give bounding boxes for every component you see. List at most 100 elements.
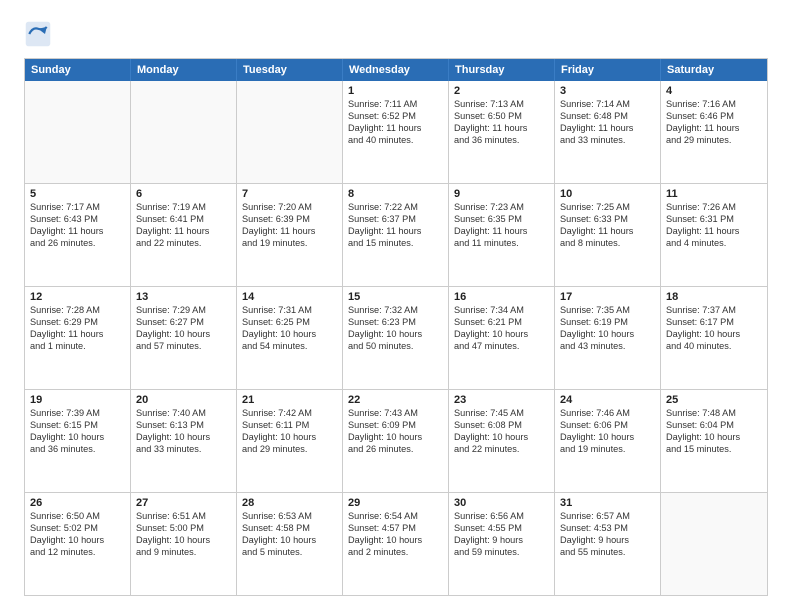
calendar-cell-3: 3Sunrise: 7:14 AMSunset: 6:48 PMDaylight… <box>555 81 661 183</box>
day-number: 14 <box>242 291 337 303</box>
cell-line: and 59 minutes. <box>454 547 549 559</box>
cell-line: Daylight: 10 hours <box>348 535 443 547</box>
day-number: 8 <box>348 188 443 200</box>
cell-line: Daylight: 10 hours <box>454 329 549 341</box>
day-number: 19 <box>30 394 125 406</box>
cell-line: Sunrise: 7:23 AM <box>454 202 549 214</box>
cell-line: Sunset: 6:35 PM <box>454 214 549 226</box>
cell-line: Sunrise: 7:17 AM <box>30 202 125 214</box>
calendar-cell-10: 10Sunrise: 7:25 AMSunset: 6:33 PMDayligh… <box>555 184 661 286</box>
cell-line: Sunset: 4:53 PM <box>560 523 655 535</box>
cell-line: Sunset: 6:48 PM <box>560 111 655 123</box>
calendar-cell-25: 25Sunrise: 7:48 AMSunset: 6:04 PMDayligh… <box>661 390 767 492</box>
calendar-cell-5: 5Sunrise: 7:17 AMSunset: 6:43 PMDaylight… <box>25 184 131 286</box>
cell-line: Daylight: 11 hours <box>136 226 231 238</box>
cell-line: Sunset: 5:00 PM <box>136 523 231 535</box>
cell-line: Sunset: 6:41 PM <box>136 214 231 226</box>
cell-line: and 15 minutes. <box>348 238 443 250</box>
cell-line: Sunset: 6:33 PM <box>560 214 655 226</box>
cell-line: and 15 minutes. <box>666 444 762 456</box>
calendar-cell-7: 7Sunrise: 7:20 AMSunset: 6:39 PMDaylight… <box>237 184 343 286</box>
cell-line: Sunrise: 6:54 AM <box>348 511 443 523</box>
cell-line: Sunrise: 7:31 AM <box>242 305 337 317</box>
day-number: 21 <box>242 394 337 406</box>
calendar-cell-12: 12Sunrise: 7:28 AMSunset: 6:29 PMDayligh… <box>25 287 131 389</box>
header <box>24 20 768 48</box>
calendar-cell-24: 24Sunrise: 7:46 AMSunset: 6:06 PMDayligh… <box>555 390 661 492</box>
day-number: 7 <box>242 188 337 200</box>
calendar-row-3: 19Sunrise: 7:39 AMSunset: 6:15 PMDayligh… <box>25 389 767 492</box>
day-number: 23 <box>454 394 549 406</box>
cell-line: Sunrise: 7:34 AM <box>454 305 549 317</box>
calendar-cell-31: 31Sunrise: 6:57 AMSunset: 4:53 PMDayligh… <box>555 493 661 595</box>
cell-line: Daylight: 10 hours <box>666 432 762 444</box>
cell-line: Sunrise: 7:45 AM <box>454 408 549 420</box>
calendar-row-2: 12Sunrise: 7:28 AMSunset: 6:29 PMDayligh… <box>25 286 767 389</box>
day-number: 4 <box>666 85 762 97</box>
cell-line: Daylight: 10 hours <box>30 432 125 444</box>
calendar-cell-15: 15Sunrise: 7:32 AMSunset: 6:23 PMDayligh… <box>343 287 449 389</box>
day-number: 1 <box>348 85 443 97</box>
calendar-cell-empty-0-0 <box>25 81 131 183</box>
cell-line: Daylight: 10 hours <box>666 329 762 341</box>
cell-line: Sunrise: 7:37 AM <box>666 305 762 317</box>
calendar-row-1: 5Sunrise: 7:17 AMSunset: 6:43 PMDaylight… <box>25 183 767 286</box>
calendar-cell-empty-0-2 <box>237 81 343 183</box>
calendar-cell-4: 4Sunrise: 7:16 AMSunset: 6:46 PMDaylight… <box>661 81 767 183</box>
day-number: 27 <box>136 497 231 509</box>
cell-line: Sunset: 6:29 PM <box>30 317 125 329</box>
logo-icon <box>24 20 52 48</box>
cell-line: Sunrise: 7:13 AM <box>454 99 549 111</box>
cell-line: Sunset: 6:43 PM <box>30 214 125 226</box>
cell-line: Sunrise: 6:50 AM <box>30 511 125 523</box>
cell-line: and 54 minutes. <box>242 341 337 353</box>
cell-line: Sunset: 6:15 PM <box>30 420 125 432</box>
weekday-header-monday: Monday <box>131 59 237 81</box>
calendar-cell-26: 26Sunrise: 6:50 AMSunset: 5:02 PMDayligh… <box>25 493 131 595</box>
cell-line: Daylight: 10 hours <box>136 329 231 341</box>
day-number: 17 <box>560 291 655 303</box>
cell-line: Sunrise: 7:19 AM <box>136 202 231 214</box>
cell-line: and 12 minutes. <box>30 547 125 559</box>
day-number: 2 <box>454 85 549 97</box>
cell-line: Sunrise: 7:14 AM <box>560 99 655 111</box>
weekday-header-saturday: Saturday <box>661 59 767 81</box>
cell-line: Daylight: 9 hours <box>560 535 655 547</box>
cell-line: Sunset: 6:06 PM <box>560 420 655 432</box>
calendar-cell-13: 13Sunrise: 7:29 AMSunset: 6:27 PMDayligh… <box>131 287 237 389</box>
day-number: 24 <box>560 394 655 406</box>
cell-line: Daylight: 11 hours <box>666 123 762 135</box>
calendar-cell-11: 11Sunrise: 7:26 AMSunset: 6:31 PMDayligh… <box>661 184 767 286</box>
day-number: 26 <box>30 497 125 509</box>
cell-line: and 26 minutes. <box>30 238 125 250</box>
logo <box>24 20 56 48</box>
cell-line: and 5 minutes. <box>242 547 337 559</box>
cell-line: Daylight: 10 hours <box>242 432 337 444</box>
cell-line: Sunrise: 7:46 AM <box>560 408 655 420</box>
cell-line: Sunrise: 7:11 AM <box>348 99 443 111</box>
calendar-cell-29: 29Sunrise: 6:54 AMSunset: 4:57 PMDayligh… <box>343 493 449 595</box>
cell-line: and 22 minutes. <box>136 238 231 250</box>
day-number: 31 <box>560 497 655 509</box>
cell-line: Sunrise: 7:43 AM <box>348 408 443 420</box>
cell-line: and 40 minutes. <box>348 135 443 147</box>
day-number: 10 <box>560 188 655 200</box>
cell-line: Sunset: 6:09 PM <box>348 420 443 432</box>
calendar-header: SundayMondayTuesdayWednesdayThursdayFrid… <box>25 59 767 81</box>
cell-line: Daylight: 10 hours <box>136 432 231 444</box>
day-number: 15 <box>348 291 443 303</box>
cell-line: and 40 minutes. <box>666 341 762 353</box>
cell-line: Sunrise: 7:29 AM <box>136 305 231 317</box>
calendar-cell-empty-0-1 <box>131 81 237 183</box>
cell-line: Daylight: 11 hours <box>560 226 655 238</box>
cell-line: and 22 minutes. <box>454 444 549 456</box>
cell-line: Daylight: 10 hours <box>348 432 443 444</box>
weekday-header-wednesday: Wednesday <box>343 59 449 81</box>
page: SundayMondayTuesdayWednesdayThursdayFrid… <box>0 0 792 612</box>
day-number: 25 <box>666 394 762 406</box>
cell-line: Sunset: 6:46 PM <box>666 111 762 123</box>
calendar-row-4: 26Sunrise: 6:50 AMSunset: 5:02 PMDayligh… <box>25 492 767 595</box>
calendar-cell-20: 20Sunrise: 7:40 AMSunset: 6:13 PMDayligh… <box>131 390 237 492</box>
calendar-cell-27: 27Sunrise: 6:51 AMSunset: 5:00 PMDayligh… <box>131 493 237 595</box>
calendar-cell-8: 8Sunrise: 7:22 AMSunset: 6:37 PMDaylight… <box>343 184 449 286</box>
